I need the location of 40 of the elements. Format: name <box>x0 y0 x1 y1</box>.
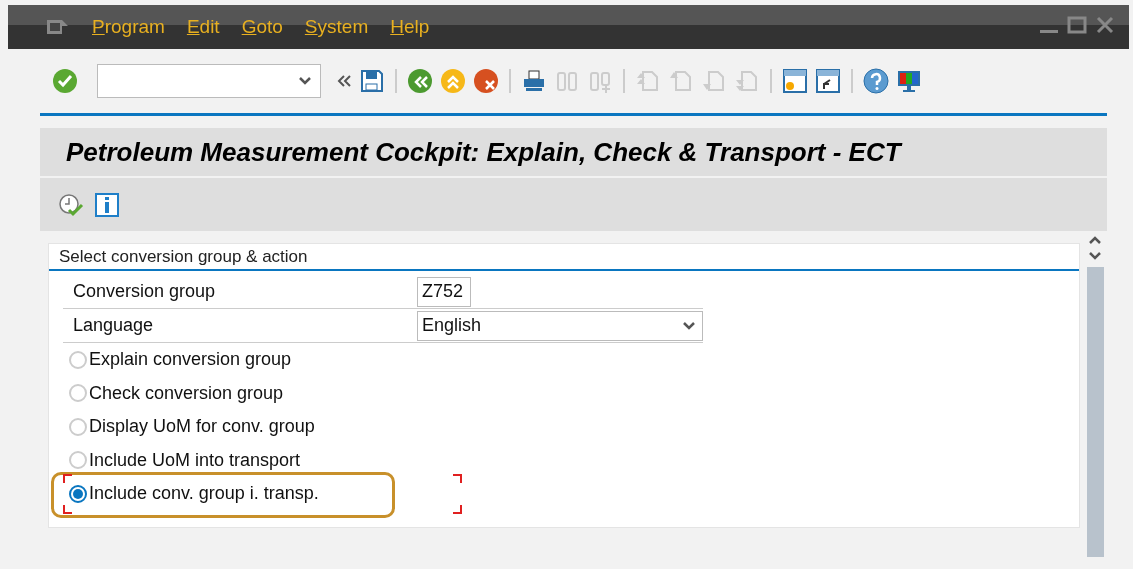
back-icon[interactable] <box>407 68 433 94</box>
monitor-icon[interactable] <box>896 68 922 94</box>
menu-item[interactable]: Help <box>390 16 430 38</box>
save-icon[interactable] <box>359 68 385 94</box>
command-field[interactable] <box>97 64 321 98</box>
field-label: Conversion group <box>72 281 217 302</box>
option-label: Check conversion group <box>89 382 284 404</box>
maximize-icon[interactable] <box>1067 15 1087 35</box>
menu-item[interactable]: Goto <box>241 16 283 38</box>
field-label: Language <box>72 315 155 336</box>
double-chevron-icon[interactable] <box>336 73 352 89</box>
shortcut-icon[interactable] <box>815 68 841 94</box>
input-field[interactable]: Z752 <box>417 276 471 307</box>
print-icon[interactable] <box>521 68 547 94</box>
caret-icon <box>298 76 312 86</box>
focus-marker-icon <box>452 474 462 514</box>
menu-item[interactable]: Program <box>92 16 165 38</box>
page-title: Petroleum Measurement Cockpit: Explain, Check & Transport - ECT <box>66 136 901 168</box>
option-label: Include UoM into transport <box>89 449 301 471</box>
scroll-down-icon[interactable] <box>1088 251 1102 261</box>
menu-item[interactable]: System <box>304 16 369 38</box>
new-window-icon[interactable] <box>782 68 808 94</box>
clock-check-icon[interactable] <box>58 191 84 218</box>
info-icon[interactable] <box>94 191 120 218</box>
help-icon[interactable] <box>863 68 889 94</box>
panel-title: Select conversion group & action <box>49 244 1079 271</box>
scroll-up-icon[interactable] <box>1088 235 1102 245</box>
cancel-icon[interactable] <box>473 68 499 94</box>
caret-icon <box>682 320 696 331</box>
menu-icon[interactable] <box>46 18 70 36</box>
option-label: Explain conversion group <box>89 349 292 371</box>
close-icon[interactable] <box>1095 15 1115 35</box>
scrollbar[interactable] <box>1086 267 1104 557</box>
language-dropdown[interactable]: English <box>417 310 703 341</box>
menu-item[interactable]: Edit <box>186 16 220 38</box>
option-label: Display UoM for conv. group <box>89 416 315 438</box>
option-label: Include conv. group i. transp. <box>89 483 319 505</box>
radio-button[interactable] <box>69 484 87 503</box>
checkmark-icon[interactable] <box>52 68 78 94</box>
focus-marker-icon <box>63 474 73 514</box>
